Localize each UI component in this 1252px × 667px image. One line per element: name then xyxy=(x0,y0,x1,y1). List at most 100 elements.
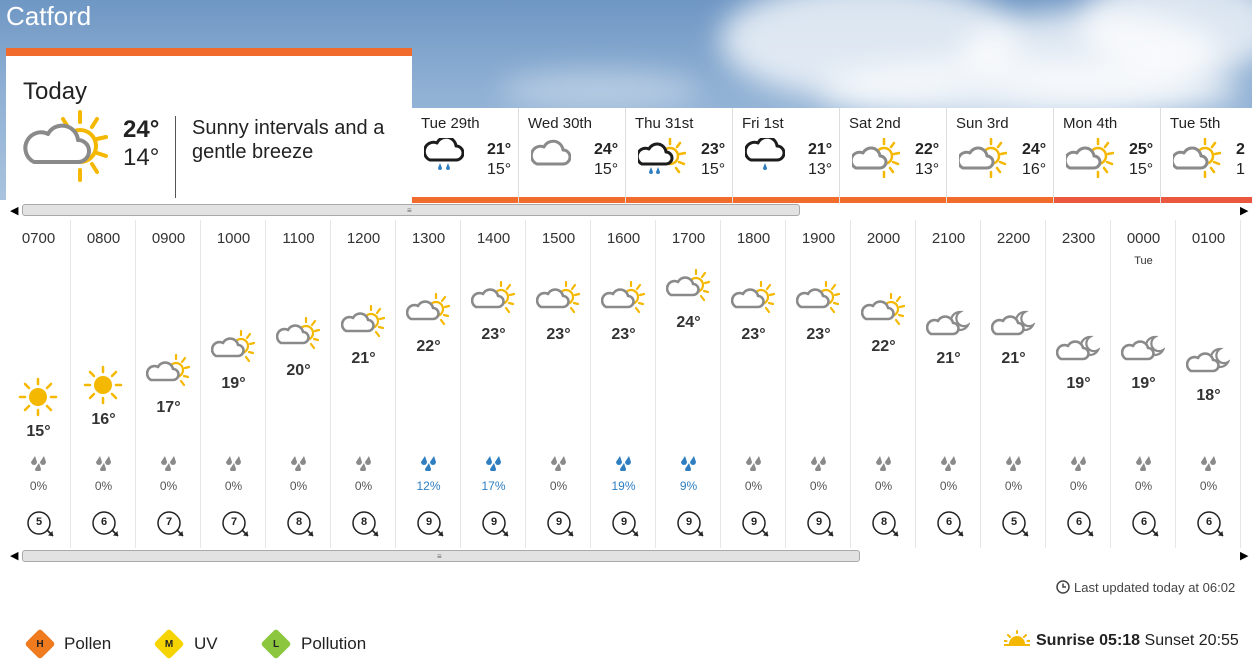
pollen-level-letter: H xyxy=(36,639,44,650)
hourly-scrollbar[interactable]: ◀ ≡ ▶ xyxy=(6,549,1252,563)
day-min-temp: 13° xyxy=(808,161,833,178)
hour-column[interactable]: 0100 18° 0% 6 xyxy=(1176,220,1241,548)
day-name: Sat 2nd xyxy=(849,115,901,132)
rain-chance: 0% xyxy=(1069,479,1088,493)
rain-drops-icon xyxy=(613,455,633,476)
hour-column[interactable]: 1400 23° 17% 9 xyxy=(461,220,526,548)
last-updated-text: Last updated today at 06:02 xyxy=(1074,580,1236,595)
day-tab[interactable]: Tue 29th 21° 15° xyxy=(412,108,519,203)
hour-temp: 22° xyxy=(871,338,896,355)
divider xyxy=(175,116,176,198)
rain-chance: 0% xyxy=(1134,479,1153,493)
day-max-temp: 22° xyxy=(915,141,940,158)
hour-temp: 15° xyxy=(26,423,51,440)
hour-temp: 16° xyxy=(91,411,116,428)
rain-drops-icon xyxy=(418,455,438,476)
wind-direction-icon: 7 xyxy=(221,510,251,543)
rain-drops-icon xyxy=(93,455,113,476)
rain-drops-icon xyxy=(678,455,698,476)
rain-chance: 0% xyxy=(1199,479,1218,493)
day-tab[interactable]: Fri 1st 21° 13° xyxy=(733,108,840,203)
rain-chance: 0% xyxy=(744,479,763,493)
hour-column[interactable]: 1900 23° 0% 9 xyxy=(786,220,851,548)
hour-column[interactable]: 0900 17° 0% 7 xyxy=(136,220,201,548)
hour-column[interactable]: 0800 16° 0% 6 xyxy=(71,220,136,548)
temperature-bar xyxy=(840,197,946,203)
rain-chance: 0% xyxy=(939,479,958,493)
scroll-left-arrow[interactable]: ◀ xyxy=(10,204,18,217)
rain-chance: 0% xyxy=(29,479,48,493)
hour-column[interactable]: 2300 19° 0% 6 xyxy=(1046,220,1111,548)
hour-time: 1200 xyxy=(346,230,381,247)
moon-cloud-icon xyxy=(990,304,1036,349)
hour-column[interactable]: 1600 23° 19% 9 xyxy=(591,220,656,548)
sunrise-icon xyxy=(1003,630,1031,646)
hour-time: 1400 xyxy=(476,230,511,247)
daily-forecast-strip: Tue 29th 21° 15° Wed 30th 24° 15° Thu 31… xyxy=(412,108,1252,203)
hour-time: 0900 xyxy=(151,230,186,247)
hour-column[interactable]: 1700 24° 9% 9 xyxy=(656,220,721,548)
hour-time: 1100 xyxy=(282,230,315,247)
scroll-right-arrow[interactable]: ▶ xyxy=(1240,204,1248,217)
rain-drops-icon xyxy=(938,455,958,476)
wind-direction-icon: 5 xyxy=(26,510,56,543)
hour-column[interactable]: 0000 Tue 19° 0% 6 xyxy=(1111,220,1176,548)
today-panel[interactable]: Today 24° 14° Sunny intervals and a gent… xyxy=(6,48,412,203)
location-title: Catford xyxy=(6,1,92,31)
wind-direction-icon: 9 xyxy=(416,510,446,543)
day-tab[interactable]: Mon 4th 25° 15° xyxy=(1054,108,1161,203)
day-name: Fri 1st xyxy=(742,115,784,132)
scroll-right-arrow[interactable]: ▶ xyxy=(1240,549,1248,562)
day-tab[interactable]: Thu 31st 23° 15° xyxy=(626,108,733,203)
hourly-forecast: 0700 15° 0% 5 0800 16° 0% 6 0900 17° 0% 7 1000 19° 0% 7… xyxy=(6,220,1252,548)
sunny-intervals-icon xyxy=(20,110,112,187)
hour-column[interactable]: 1500 23° 0% 9 xyxy=(526,220,591,548)
day-min-temp: 15° xyxy=(594,161,619,178)
hour-column[interactable]: 1300 22° 12% 9 xyxy=(396,220,461,548)
day-max-temp: 2 xyxy=(1236,141,1245,158)
scroll-left-arrow[interactable]: ◀ xyxy=(10,549,18,562)
wind-direction-icon: 6 xyxy=(1131,510,1161,543)
wind-speed: 7 xyxy=(230,516,238,528)
rain-chance: 12% xyxy=(416,479,441,493)
day-name: Mon 4th xyxy=(1063,115,1118,132)
hour-temp: 22° xyxy=(416,338,441,355)
day-max-temp: 24° xyxy=(1022,141,1047,158)
hour-column[interactable]: 1100 20° 0% 8 xyxy=(266,220,331,548)
daily-scrollbar[interactable]: ◀ ≡ ▶ xyxy=(6,204,1252,218)
wind-direction-icon: 6 xyxy=(91,510,121,543)
temperature-bar xyxy=(947,197,1053,203)
scroll-thumb[interactable]: ≡ xyxy=(22,550,860,562)
hour-temp: 19° xyxy=(1131,375,1156,392)
day-tab[interactable]: Wed 30th 24° 15° xyxy=(519,108,626,203)
hour-column[interactable]: 2200 21° 0% 5 xyxy=(981,220,1046,548)
wind-speed: 9 xyxy=(685,516,693,528)
rain-drops-icon xyxy=(1198,455,1218,476)
wind-direction-icon: 5 xyxy=(1001,510,1031,543)
hour-temp: 23° xyxy=(611,326,636,343)
scroll-thumb[interactable]: ≡ xyxy=(22,204,800,216)
sunrise-sunset: Sunrise 05:18 Sunset 20:55 xyxy=(1003,630,1239,650)
sunny-intervals-icon xyxy=(600,280,646,325)
day-tab[interactable]: Sun 3rd 24° 16° xyxy=(947,108,1054,203)
rain-drops-icon xyxy=(873,455,893,476)
hour-column[interactable]: 1800 23° 0% 9 xyxy=(721,220,786,548)
hour-column[interactable]: 1200 21° 0% 8 xyxy=(331,220,396,548)
sunny-intervals-icon xyxy=(860,292,906,337)
sunrise-label: Sunrise xyxy=(1036,632,1095,649)
rain-chance: 0% xyxy=(809,479,828,493)
hour-temp: 23° xyxy=(481,326,506,343)
rain-drops-icon xyxy=(158,455,178,476)
day-min-temp: 13° xyxy=(915,161,940,178)
hour-column[interactable]: 2100 21° 0% 6 xyxy=(916,220,981,548)
sunny-intervals-icon xyxy=(1063,137,1115,183)
hour-temp: 23° xyxy=(806,326,831,343)
hour-column[interactable]: 1000 19° 0% 7 xyxy=(201,220,266,548)
hour-column[interactable]: 0700 15° 0% 5 xyxy=(6,220,71,548)
hour-column[interactable]: 2000 22° 0% 8 xyxy=(851,220,916,548)
wind-direction-icon: 8 xyxy=(351,510,381,543)
day-tab[interactable]: Sat 2nd 22° 13° xyxy=(840,108,947,203)
wind-speed: 9 xyxy=(620,516,628,528)
sunny-intervals-icon xyxy=(665,268,711,313)
day-tab[interactable]: Tue 5th 2 1 xyxy=(1161,108,1252,203)
